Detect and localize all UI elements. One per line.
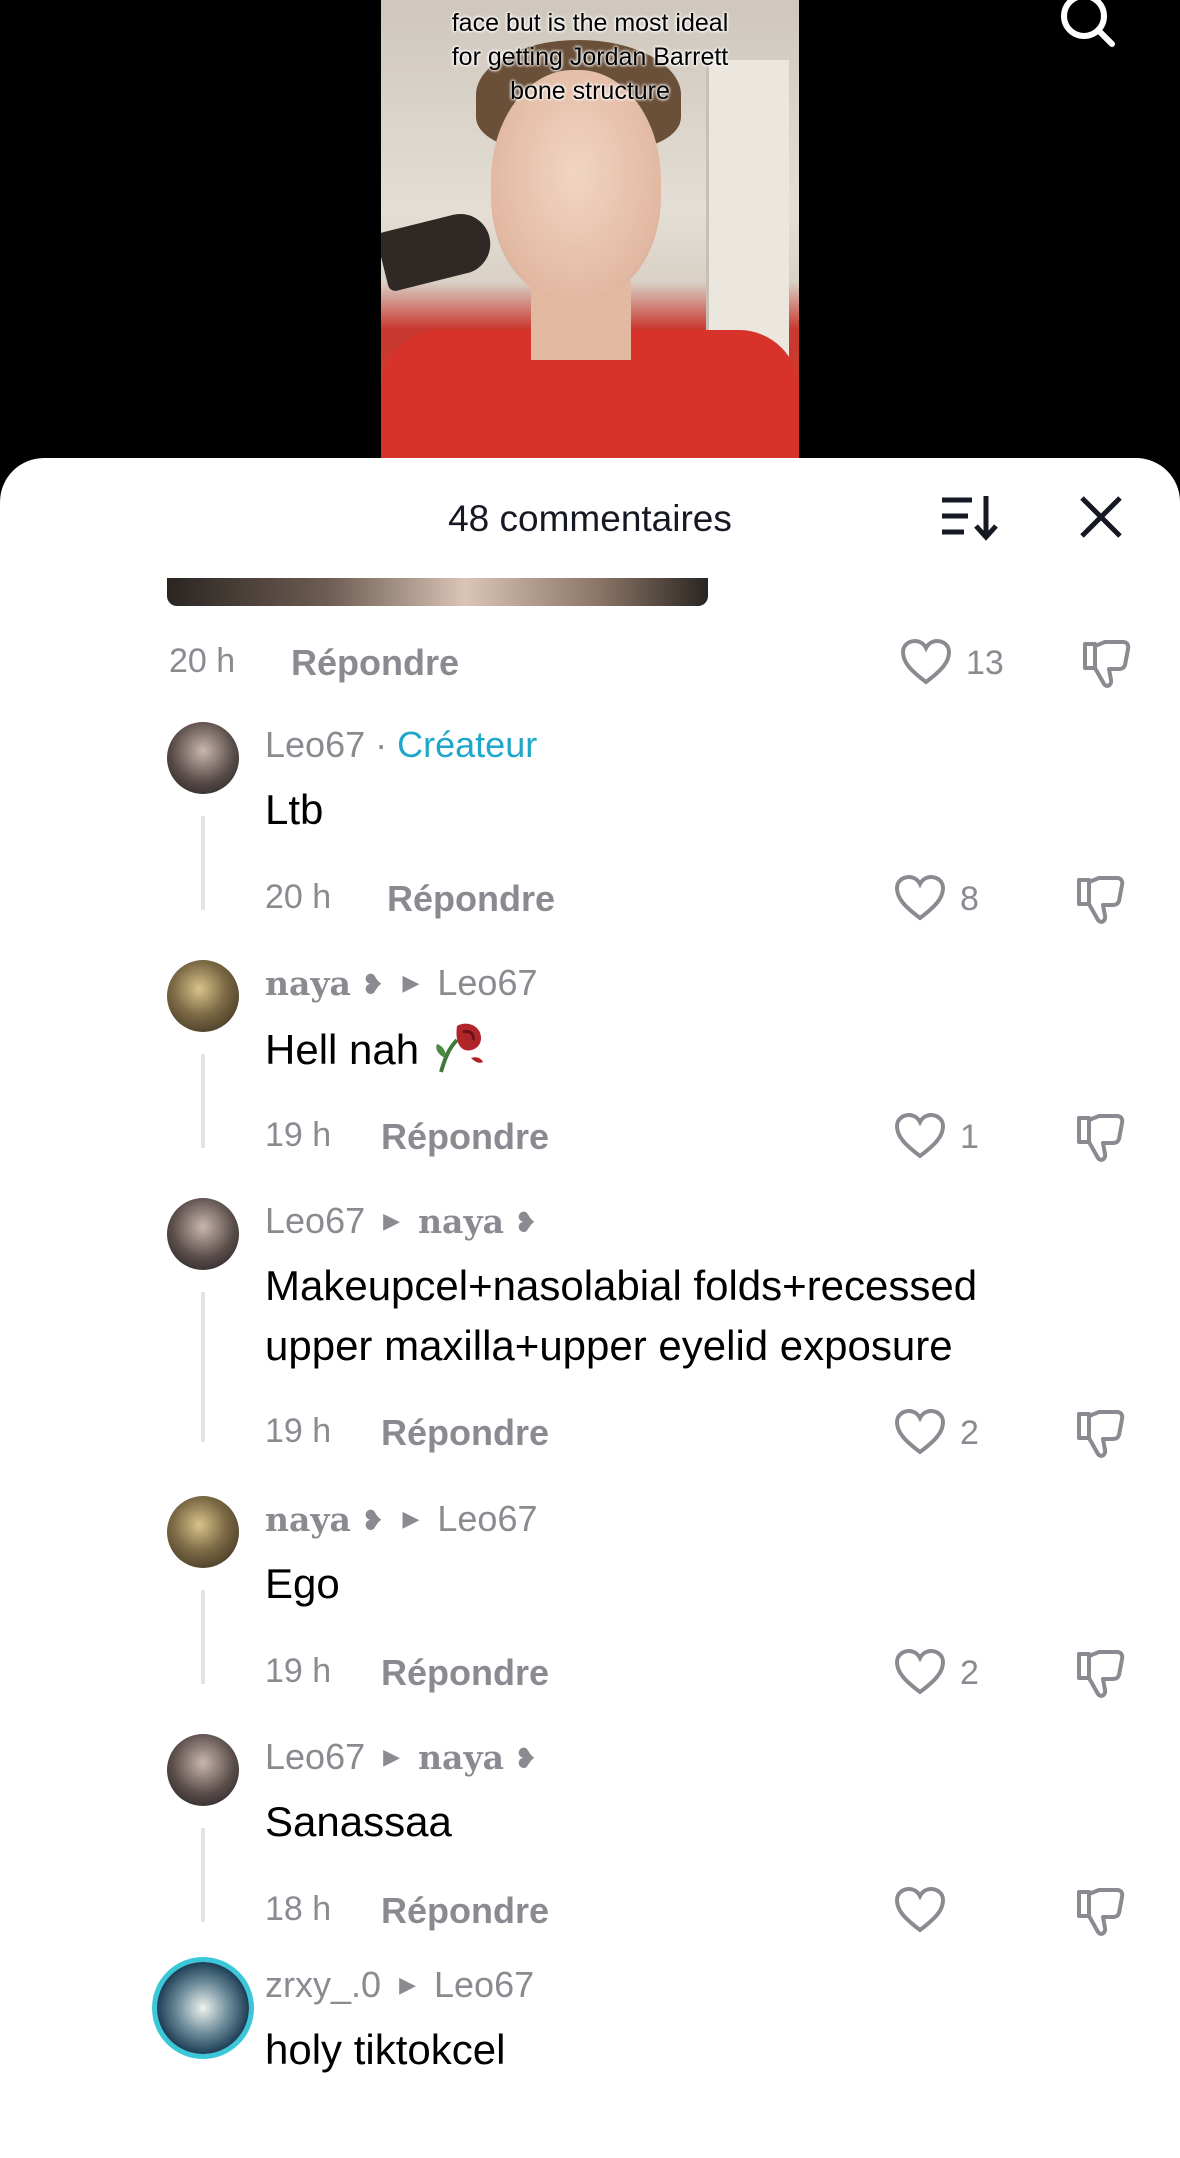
avatar[interactable] <box>167 1198 239 1270</box>
reply-button[interactable]: Répondre <box>381 1412 549 1454</box>
heart-icon[interactable] <box>900 638 952 686</box>
video-preview[interactable]: face but is the most ideal for getting J… <box>381 0 799 470</box>
reply-target-username[interactable]: naya <box>418 1202 504 1241</box>
comment-time: 18 h <box>265 1890 332 1928</box>
comment-header: zrxy_.0 ▶ Leo67 <box>265 1964 534 2006</box>
reply-button[interactable]: Répondre <box>381 1652 549 1694</box>
username[interactable]: naya <box>265 1500 351 1539</box>
creator-badge: Créateur <box>397 724 538 765</box>
reply-button[interactable]: Répondre <box>381 1116 549 1158</box>
close-icon <box>1080 496 1122 538</box>
thumbs-down-icon[interactable] <box>1075 1886 1127 1938</box>
comment-text: Ltb <box>265 786 324 833</box>
comment-header: naya ❥ ▶ Leo67 <box>265 962 537 1004</box>
heart-icon[interactable] <box>894 1886 946 1934</box>
comment-meta: 19 h Répondre 2 <box>0 1408 1180 1458</box>
comment-header: Leo67 · Créateur <box>265 724 537 766</box>
reply-arrow-icon: ▶ <box>402 1506 420 1531</box>
thumbs-down-icon[interactable] <box>1075 874 1127 926</box>
thumbs-down-icon[interactable] <box>1075 1648 1127 1700</box>
comment-header: Leo67 ▶ naya ❥ <box>265 1200 537 1242</box>
search-icon <box>1061 0 1115 47</box>
like-count: 2 <box>960 1654 979 1692</box>
comment-time: 19 h <box>265 1412 332 1450</box>
avatar[interactable] <box>167 1496 239 1568</box>
username[interactable]: Leo67 <box>265 1736 365 1777</box>
reply-arrow-icon: ▶ <box>399 1972 416 1997</box>
like-count: 1 <box>960 1118 979 1156</box>
reply-arrow-icon: ▶ <box>383 1208 401 1233</box>
comment-text: Sanassaa <box>265 1798 452 1845</box>
previous-comment-meta: 20 h Répondre 13 <box>0 638 1180 688</box>
comment-header: Leo67 ▶ naya ❥ <box>265 1736 537 1778</box>
comment-time: 19 h <box>265 1652 332 1690</box>
username[interactable]: zrxy_.0 <box>265 1964 381 2005</box>
comment-time: 20 h <box>265 878 332 916</box>
avatar[interactable] <box>167 960 239 1032</box>
heart-icon[interactable] <box>894 874 946 922</box>
sort-icon <box>942 496 998 541</box>
broken-heart-icon: ❥ <box>360 969 385 1000</box>
username[interactable]: Leo67 <box>265 1200 365 1241</box>
like-count: 8 <box>960 880 979 918</box>
broken-heart-icon: ❥ <box>514 1207 538 1238</box>
search-button[interactable] <box>1058 0 1118 54</box>
heart-icon[interactable] <box>894 1112 946 1160</box>
avatar[interactable] <box>167 722 239 794</box>
broken-heart-icon: ❥ <box>360 1505 385 1536</box>
reply-target-username[interactable]: Leo67 <box>434 1964 534 2005</box>
reply-target-username[interactable]: Leo67 <box>437 962 537 1003</box>
comment-meta: 18 h Répondre <box>0 1886 1180 1936</box>
username[interactable]: naya <box>265 964 351 1003</box>
comment-text: Hell nah <box>265 1018 1145 1080</box>
reply-arrow-icon: ▶ <box>383 1744 401 1769</box>
reply-target-username[interactable]: Leo67 <box>437 1498 537 1539</box>
video-caption: face but is the most ideal for getting J… <box>451 9 729 105</box>
thumbs-down-icon[interactable] <box>1081 638 1133 690</box>
username[interactable]: Leo67 <box>265 724 365 765</box>
comment-meta: 19 h Répondre 2 <box>0 1648 1180 1698</box>
broken-heart-icon: ❥ <box>514 1743 538 1774</box>
comments-count-title: 48 commentaires <box>448 498 732 539</box>
thumbs-down-icon[interactable] <box>1075 1408 1127 1460</box>
comment-text: Ego <box>265 1560 340 1607</box>
comment-time: 20 h <box>169 642 236 680</box>
separator-dot: · <box>375 724 388 765</box>
heart-icon[interactable] <box>894 1648 946 1696</box>
reply-button[interactable]: Répondre <box>381 1890 549 1932</box>
sort-button[interactable] <box>938 492 1000 542</box>
wilted-rose-icon <box>436 1023 484 1073</box>
close-button[interactable] <box>1076 492 1126 542</box>
comment-header: naya ❥ ▶ Leo67 <box>265 1498 537 1540</box>
comment-text: Makeupcel+nasolabial folds+recessed uppe… <box>265 1262 978 1369</box>
reply-arrow-icon: ▶ <box>402 970 420 995</box>
comment-meta: 20 h Répondre 8 <box>0 874 1180 924</box>
avatar[interactable] <box>167 1734 239 1806</box>
reply-button[interactable]: Répondre <box>291 642 459 684</box>
reply-target-username[interactable]: naya <box>418 1738 504 1777</box>
reply-button[interactable]: Répondre <box>387 878 555 920</box>
video-brush <box>381 207 497 293</box>
heart-icon[interactable] <box>894 1408 946 1456</box>
like-count: 2 <box>960 1414 979 1452</box>
comment-text: holy tiktokcel <box>265 2026 506 2073</box>
like-count: 13 <box>966 644 1004 682</box>
comment-text-body: Hell nah <box>265 1026 420 1073</box>
comment-time: 19 h <box>265 1116 332 1154</box>
comment-meta: 19 h Répondre 1 <box>0 1112 1180 1162</box>
thumbs-down-icon[interactable] <box>1075 1112 1127 1164</box>
avatar[interactable] <box>157 1962 249 2054</box>
comments-sheet: 48 commentaires 20 h Répondre 13 Leo67 ·… <box>0 458 1180 2158</box>
previous-comment-image[interactable] <box>167 578 708 606</box>
